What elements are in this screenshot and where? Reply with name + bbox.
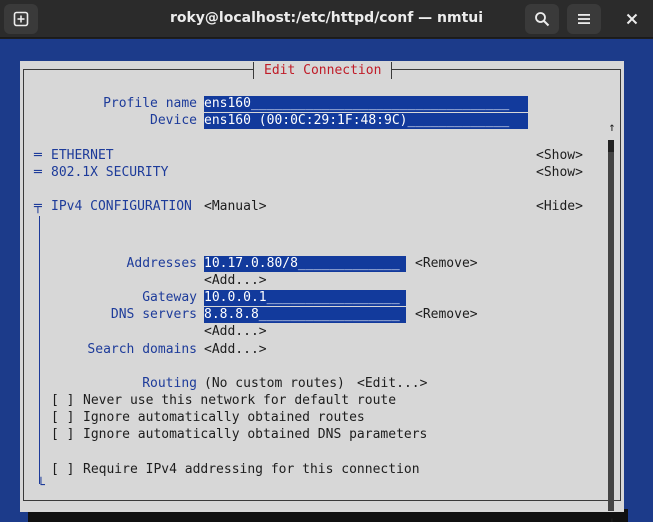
routing-label: Routing [142, 376, 197, 391]
close-button[interactable] [615, 4, 649, 34]
dns-add-button[interactable]: <Add...> [204, 323, 267, 340]
search-domain-add-button[interactable]: <Add...> [204, 341, 267, 358]
ethernet-show-button[interactable]: <Show> [536, 147, 583, 164]
ipv4-method-dropdown[interactable]: <Manual> [204, 198, 267, 215]
device-label: Device [150, 113, 197, 128]
search-icon [535, 12, 550, 27]
gateway-label: Gateway [142, 290, 197, 305]
ethernet-section-label: ETHERNET [51, 148, 114, 163]
menu-button[interactable] [567, 4, 601, 34]
ignore-dns-checkbox[interactable]: [ ] [51, 426, 74, 443]
ignore-dns-label: Ignore automatically obtained DNS parame… [83, 427, 428, 442]
ignore-routes-label: Ignore automatically obtained routes [83, 410, 365, 425]
ipv4-section-guide [39, 216, 40, 484]
security-show-button[interactable]: <Show> [536, 164, 583, 181]
terminal-area: Edit Connection Profile name ens160_____… [0, 39, 653, 522]
scroll-down-arrow[interactable]: ↓ [607, 514, 617, 522]
addresses-label: Addresses [126, 256, 197, 271]
ethernet-marker: ═ [34, 148, 42, 163]
require-ipv4-label: Require IPv4 addressing for this connect… [83, 462, 420, 477]
search-button[interactable] [525, 4, 559, 34]
address-remove-button[interactable]: <Remove> [415, 255, 478, 272]
dns-servers-label: DNS servers [110, 307, 197, 322]
ipv4-section-label: IPv4 CONFIGURATION [51, 199, 192, 214]
ignore-routes-checkbox[interactable]: [ ] [51, 409, 74, 426]
dns-server-field[interactable]: 8.8.8.8__________________ [204, 307, 406, 323]
device-field[interactable]: ens160 (00:0C:29:1F:48:9C)_____________ [204, 113, 528, 129]
new-tab-icon [13, 11, 29, 27]
gateway-field[interactable]: 10.0.0.1_________________ [204, 290, 406, 306]
title-bar: roky@localhost:/etc/httpd/conf — nmtui [0, 0, 653, 38]
search-domains-label: Search domains [87, 342, 197, 357]
dialog-title: Edit Connection [253, 62, 393, 79]
scrollbar-track[interactable] [608, 140, 614, 511]
security-section-label: 802.1X SECURITY [51, 165, 169, 180]
new-tab-button[interactable] [4, 4, 38, 34]
never-default-route-label: Never use this network for default route [83, 393, 397, 408]
require-ipv4-checkbox[interactable]: [ ] [51, 461, 74, 478]
hamburger-menu-icon [578, 14, 590, 24]
address-add-button[interactable]: <Add...> [204, 272, 267, 289]
never-default-route-checkbox[interactable]: [ ] [51, 392, 74, 409]
scroll-up-arrow[interactable]: ↑ [607, 120, 617, 134]
routing-value: (No custom routes) [204, 376, 345, 391]
dns-remove-button[interactable]: <Remove> [415, 306, 478, 323]
security-marker: ═ [34, 165, 42, 180]
ipv4-hide-button[interactable]: <Hide> [536, 198, 583, 215]
close-icon [626, 13, 638, 25]
ipv4-end-marker: └ [37, 478, 45, 493]
edit-connection-dialog: Edit Connection Profile name ens160_____… [20, 61, 624, 522]
scrollbar-thumb[interactable] [608, 140, 614, 152]
profile-name-field[interactable]: ens160_________________________________ [204, 96, 528, 112]
routing-edit-button[interactable]: <Edit...> [357, 375, 427, 392]
profile-name-label: Profile name [103, 96, 197, 111]
ipv4-marker: ╤ [34, 199, 42, 214]
address-field[interactable]: 10.17.0.80/8_____________ [204, 256, 406, 272]
